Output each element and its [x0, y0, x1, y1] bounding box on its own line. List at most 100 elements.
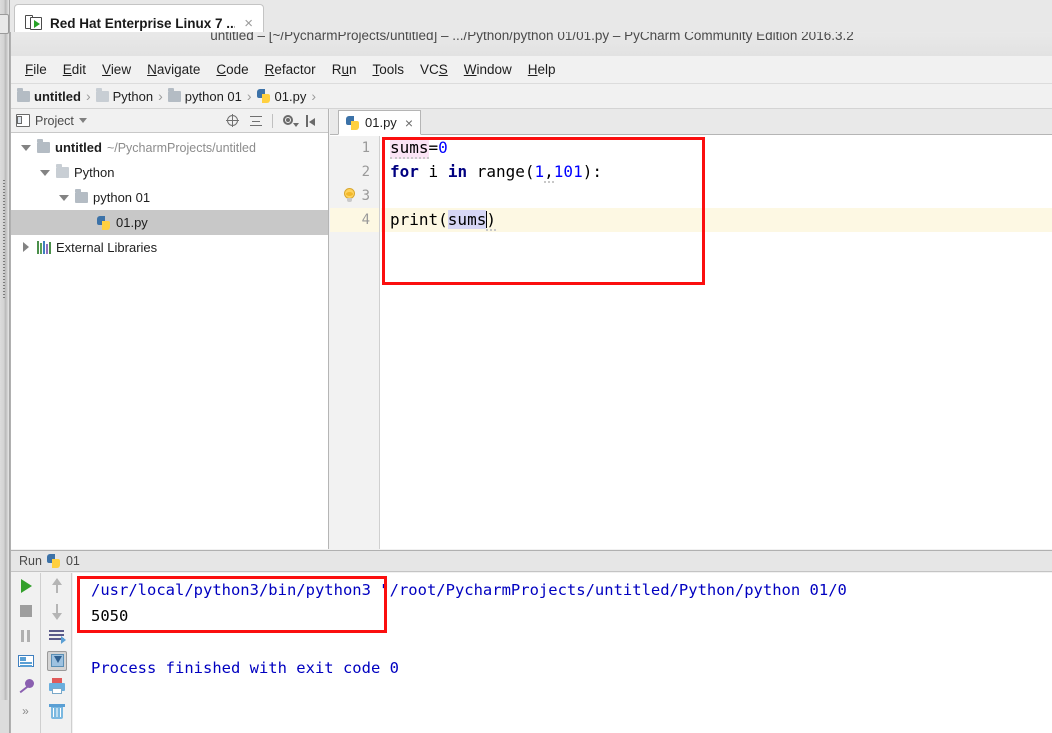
token-call-print: print(: [390, 210, 448, 229]
editor-area: 01.py × 1 2 3 4 sums=0 for i in range(1,…: [330, 109, 1052, 549]
menu-file[interactable]: File: [17, 59, 55, 80]
restore-layout-icon[interactable]: [16, 651, 36, 671]
token-call-range: range(: [467, 162, 535, 181]
menubar: File Edit View Navigate Code Refactor Ru…: [11, 56, 1052, 84]
chevron-down-icon[interactable]: [78, 118, 87, 123]
run-tab-label[interactable]: Run: [19, 554, 42, 568]
run-console[interactable]: /usr/local/python3/bin/python3 "/root/Py…: [73, 573, 1052, 733]
code-line-4[interactable]: print(sums): [381, 208, 1052, 232]
menu-edit[interactable]: Edit: [55, 59, 94, 80]
python-file-icon: [256, 89, 271, 103]
tree-node-python01[interactable]: python 01: [11, 185, 328, 210]
code-pane[interactable]: sums=0 for i in range(1,101): sums +=i p…: [344, 136, 1052, 549]
tree-node-python[interactable]: Python: [11, 160, 328, 185]
line-number: 2: [361, 164, 370, 180]
breadcrumb-item-file[interactable]: 01.py: [256, 88, 307, 104]
project-panel-header: Project: [11, 109, 328, 133]
scroll-to-end-icon[interactable]: [46, 651, 67, 671]
run-config-name[interactable]: 01: [66, 554, 80, 568]
tree-node-label: untitled: [55, 140, 102, 155]
twisty-open-icon[interactable]: [21, 142, 32, 153]
vm-play-icon: [25, 14, 43, 32]
python-file-icon: [346, 115, 360, 130]
menu-tools[interactable]: Tools: [364, 59, 412, 80]
pycharm-window: untitled – [~/PycharmProjects/untitled] …: [10, 32, 1052, 733]
editor-tabbar: 01.py ×: [330, 109, 1052, 135]
scroll-up-icon[interactable]: [47, 576, 67, 596]
line-number: 1: [361, 140, 370, 156]
project-panel-title: Project: [35, 113, 74, 128]
locate-target-icon[interactable]: [226, 113, 240, 128]
hide-panel-icon[interactable]: [305, 114, 319, 128]
editor-tab-label: 01.py: [365, 115, 397, 130]
folder-icon: [75, 189, 88, 203]
project-view-icon: [16, 114, 30, 127]
lightbulb-icon[interactable]: [343, 188, 356, 204]
breadcrumb-item-untitled[interactable]: untitled: [17, 87, 81, 104]
screen-root: Red Hat Enterprise Linux 7 ... × untitle…: [0, 0, 1052, 733]
menu-window[interactable]: Window: [456, 59, 520, 80]
breadcrumb-label: untitled: [34, 88, 81, 104]
tree-node-untitled[interactable]: untitled ~/PycharmProjects/untitled: [11, 135, 328, 160]
breadcrumb-item-python[interactable]: Python: [95, 87, 153, 104]
toolbar-divider: [272, 113, 273, 128]
twisty-open-icon[interactable]: [59, 192, 70, 203]
close-icon[interactable]: ×: [242, 16, 255, 31]
breadcrumb-label: python 01: [184, 88, 242, 104]
python-file-icon: [97, 215, 111, 230]
tree-node-label: Python: [74, 165, 115, 180]
editor-body: 1 2 3 4 sums=0 for i in range(1,101): su…: [330, 136, 1052, 549]
host-strip-grip[interactable]: [3, 180, 5, 298]
token-var-i: i: [418, 162, 448, 181]
run-tabbar: Run 01: [11, 550, 1052, 572]
host-window-strip: [0, 0, 10, 733]
main-split: Project untitled ~/PycharmProjects/untit…: [11, 109, 1052, 549]
folder-icon: [167, 87, 181, 102]
folder-icon: [56, 164, 69, 178]
run-body: » /usr/local/python3/bin/python3 "/root/…: [11, 573, 1052, 733]
token-operator: =: [428, 138, 439, 157]
menu-help[interactable]: Help: [520, 59, 564, 80]
token-number: 1: [534, 162, 545, 181]
menu-view[interactable]: View: [94, 59, 139, 80]
pause-icon[interactable]: [16, 626, 36, 646]
token-number: 101: [553, 162, 583, 181]
expand-more-icon[interactable]: »: [16, 701, 36, 721]
twisty-closed-icon[interactable]: [21, 242, 32, 253]
host-strip-button[interactable]: [0, 14, 9, 34]
scroll-down-icon[interactable]: [47, 601, 67, 621]
breadcrumb-label: 01.py: [274, 88, 307, 104]
pin-tab-icon[interactable]: [16, 676, 36, 696]
token-identifier: sums: [447, 210, 487, 229]
code-line-1[interactable]: sums=0: [381, 136, 1052, 160]
token-punct: ):: [582, 162, 602, 181]
soft-wrap-icon[interactable]: [47, 626, 67, 646]
breadcrumb-item-python01[interactable]: python 01: [167, 87, 242, 104]
code-line-3[interactable]: sums +=i: [344, 184, 1052, 231]
menu-run[interactable]: Run: [324, 59, 365, 80]
settings-gear-icon[interactable]: [282, 114, 299, 128]
print-icon[interactable]: [47, 676, 67, 696]
editor-tab-01py[interactable]: 01.py ×: [338, 110, 421, 135]
token-identifier: sums: [390, 138, 429, 159]
folder-icon: [37, 139, 50, 153]
stop-icon[interactable]: [16, 601, 36, 621]
host-strip-bottom: [0, 700, 10, 733]
menu-code[interactable]: Code: [208, 59, 256, 80]
code-line-2[interactable]: for i in range(1,101):: [381, 160, 1052, 184]
menu-refactor[interactable]: Refactor: [257, 59, 324, 80]
close-icon[interactable]: ×: [405, 115, 413, 131]
run-toolbar-right: [42, 573, 72, 733]
vm-tab-title: Red Hat Enterprise Linux 7 ...: [50, 15, 236, 31]
menu-vcs[interactable]: VCS: [412, 59, 456, 80]
clear-all-icon[interactable]: [47, 701, 67, 721]
tree-node-label: 01.py: [116, 215, 148, 230]
tree-node-01py[interactable]: 01.py: [11, 210, 328, 235]
collapse-all-icon[interactable]: [249, 114, 263, 128]
breadcrumb-separator: ›: [311, 88, 317, 104]
twisty-open-icon[interactable]: [40, 167, 51, 178]
menu-navigate[interactable]: Navigate: [139, 59, 208, 80]
tree-node-external-libraries[interactable]: External Libraries: [11, 235, 328, 260]
rerun-play-icon[interactable]: [16, 576, 36, 596]
